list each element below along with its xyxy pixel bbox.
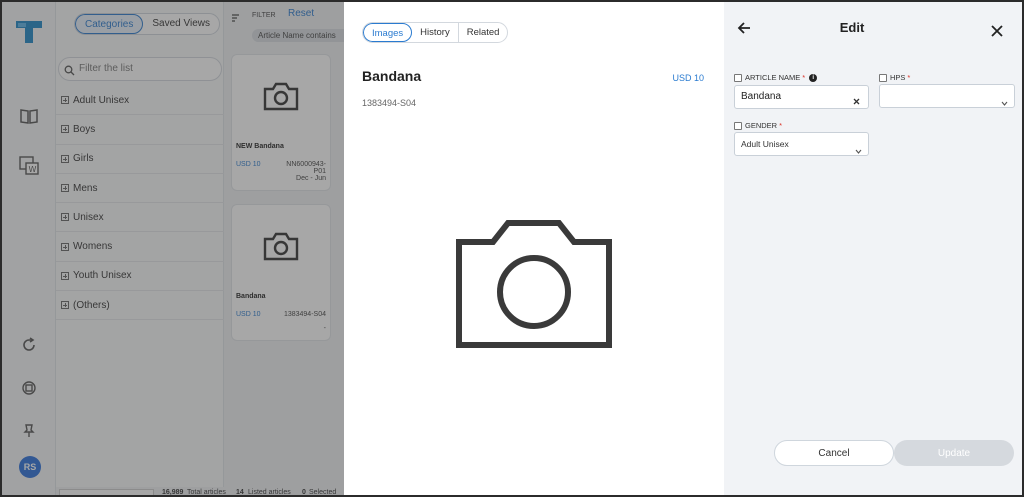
tab-history[interactable]: History: [412, 23, 459, 42]
cancel-button[interactable]: Cancel: [774, 440, 894, 466]
close-icon[interactable]: [990, 24, 1004, 43]
gender-label: GENDER *: [734, 121, 782, 130]
article-name-checkbox[interactable]: [734, 73, 742, 82]
info-icon[interactable]: i: [809, 73, 818, 82]
edit-panel: Edit ARTICLE NAME * i Bandana HPS * GEND…: [724, 2, 1022, 495]
required-mark: *: [779, 121, 783, 130]
required-mark: *: [802, 73, 806, 82]
gender-select[interactable]: Adult Unisex: [734, 132, 869, 156]
article-price: USD 10: [672, 73, 704, 83]
hps-checkbox[interactable]: [879, 73, 887, 82]
gender-value: Adult Unisex: [741, 139, 789, 149]
clear-icon[interactable]: [853, 92, 860, 114]
article-code: 1383494-S04: [362, 98, 417, 108]
article-detail-panel: Images History Related Bandana USD 10 13…: [344, 2, 724, 495]
detail-tabs: Images History Related: [362, 22, 509, 43]
hps-select[interactable]: [879, 84, 1015, 108]
article-name-field[interactable]: Bandana: [734, 85, 869, 109]
hps-label-text: HPS: [890, 73, 906, 82]
required-mark: *: [907, 73, 911, 82]
hps-label: HPS *: [879, 73, 910, 82]
chevron-down-icon: [1001, 92, 1008, 114]
tab-images[interactable]: Images: [363, 23, 413, 42]
camera-placeholder-icon: [456, 220, 612, 353]
app-window: W RS Categories Saved Views Filter the l…: [0, 0, 1024, 497]
update-button[interactable]: Update: [894, 440, 1014, 466]
tab-related[interactable]: Related: [459, 23, 508, 42]
article-name-value: Bandana: [741, 91, 782, 102]
article-name-label-text: ARTICLE NAME: [745, 73, 801, 82]
edit-title: Edit: [839, 20, 865, 35]
article-name-label: ARTICLE NAME * i: [734, 73, 818, 82]
modal-backdrop[interactable]: [2, 2, 344, 495]
gender-label-text: GENDER: [745, 121, 778, 130]
chevron-down-icon: [855, 140, 862, 162]
article-title: Bandana: [362, 68, 422, 84]
gender-checkbox[interactable]: [734, 121, 742, 130]
